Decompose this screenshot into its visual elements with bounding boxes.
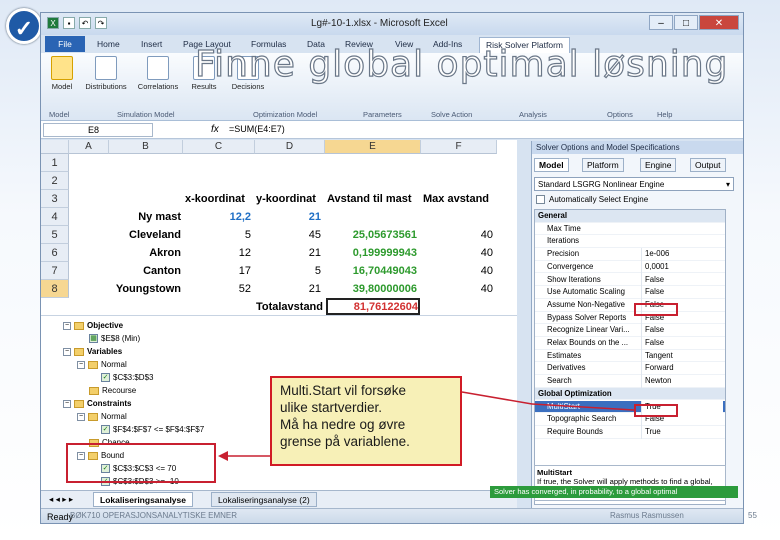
solver-status-bar: Solver has converged, in probability, to… (490, 486, 738, 498)
callout-line: Må ha nedre og øvre (280, 417, 406, 432)
callout-line: grense på variablene. (280, 434, 410, 449)
callout-line: Multi.Start vil forsøke (280, 383, 407, 398)
page-number: 55 (748, 511, 757, 520)
footer-author: Rasmus Rasmussen (610, 511, 684, 520)
callout-box: Multi.Start vil forsøke ulike startverdi… (270, 376, 462, 466)
footer-course: BØK710 OPERASJONSANALYTISKE EMNER (70, 511, 238, 520)
callout-line: ulike startverdier. (280, 400, 383, 415)
